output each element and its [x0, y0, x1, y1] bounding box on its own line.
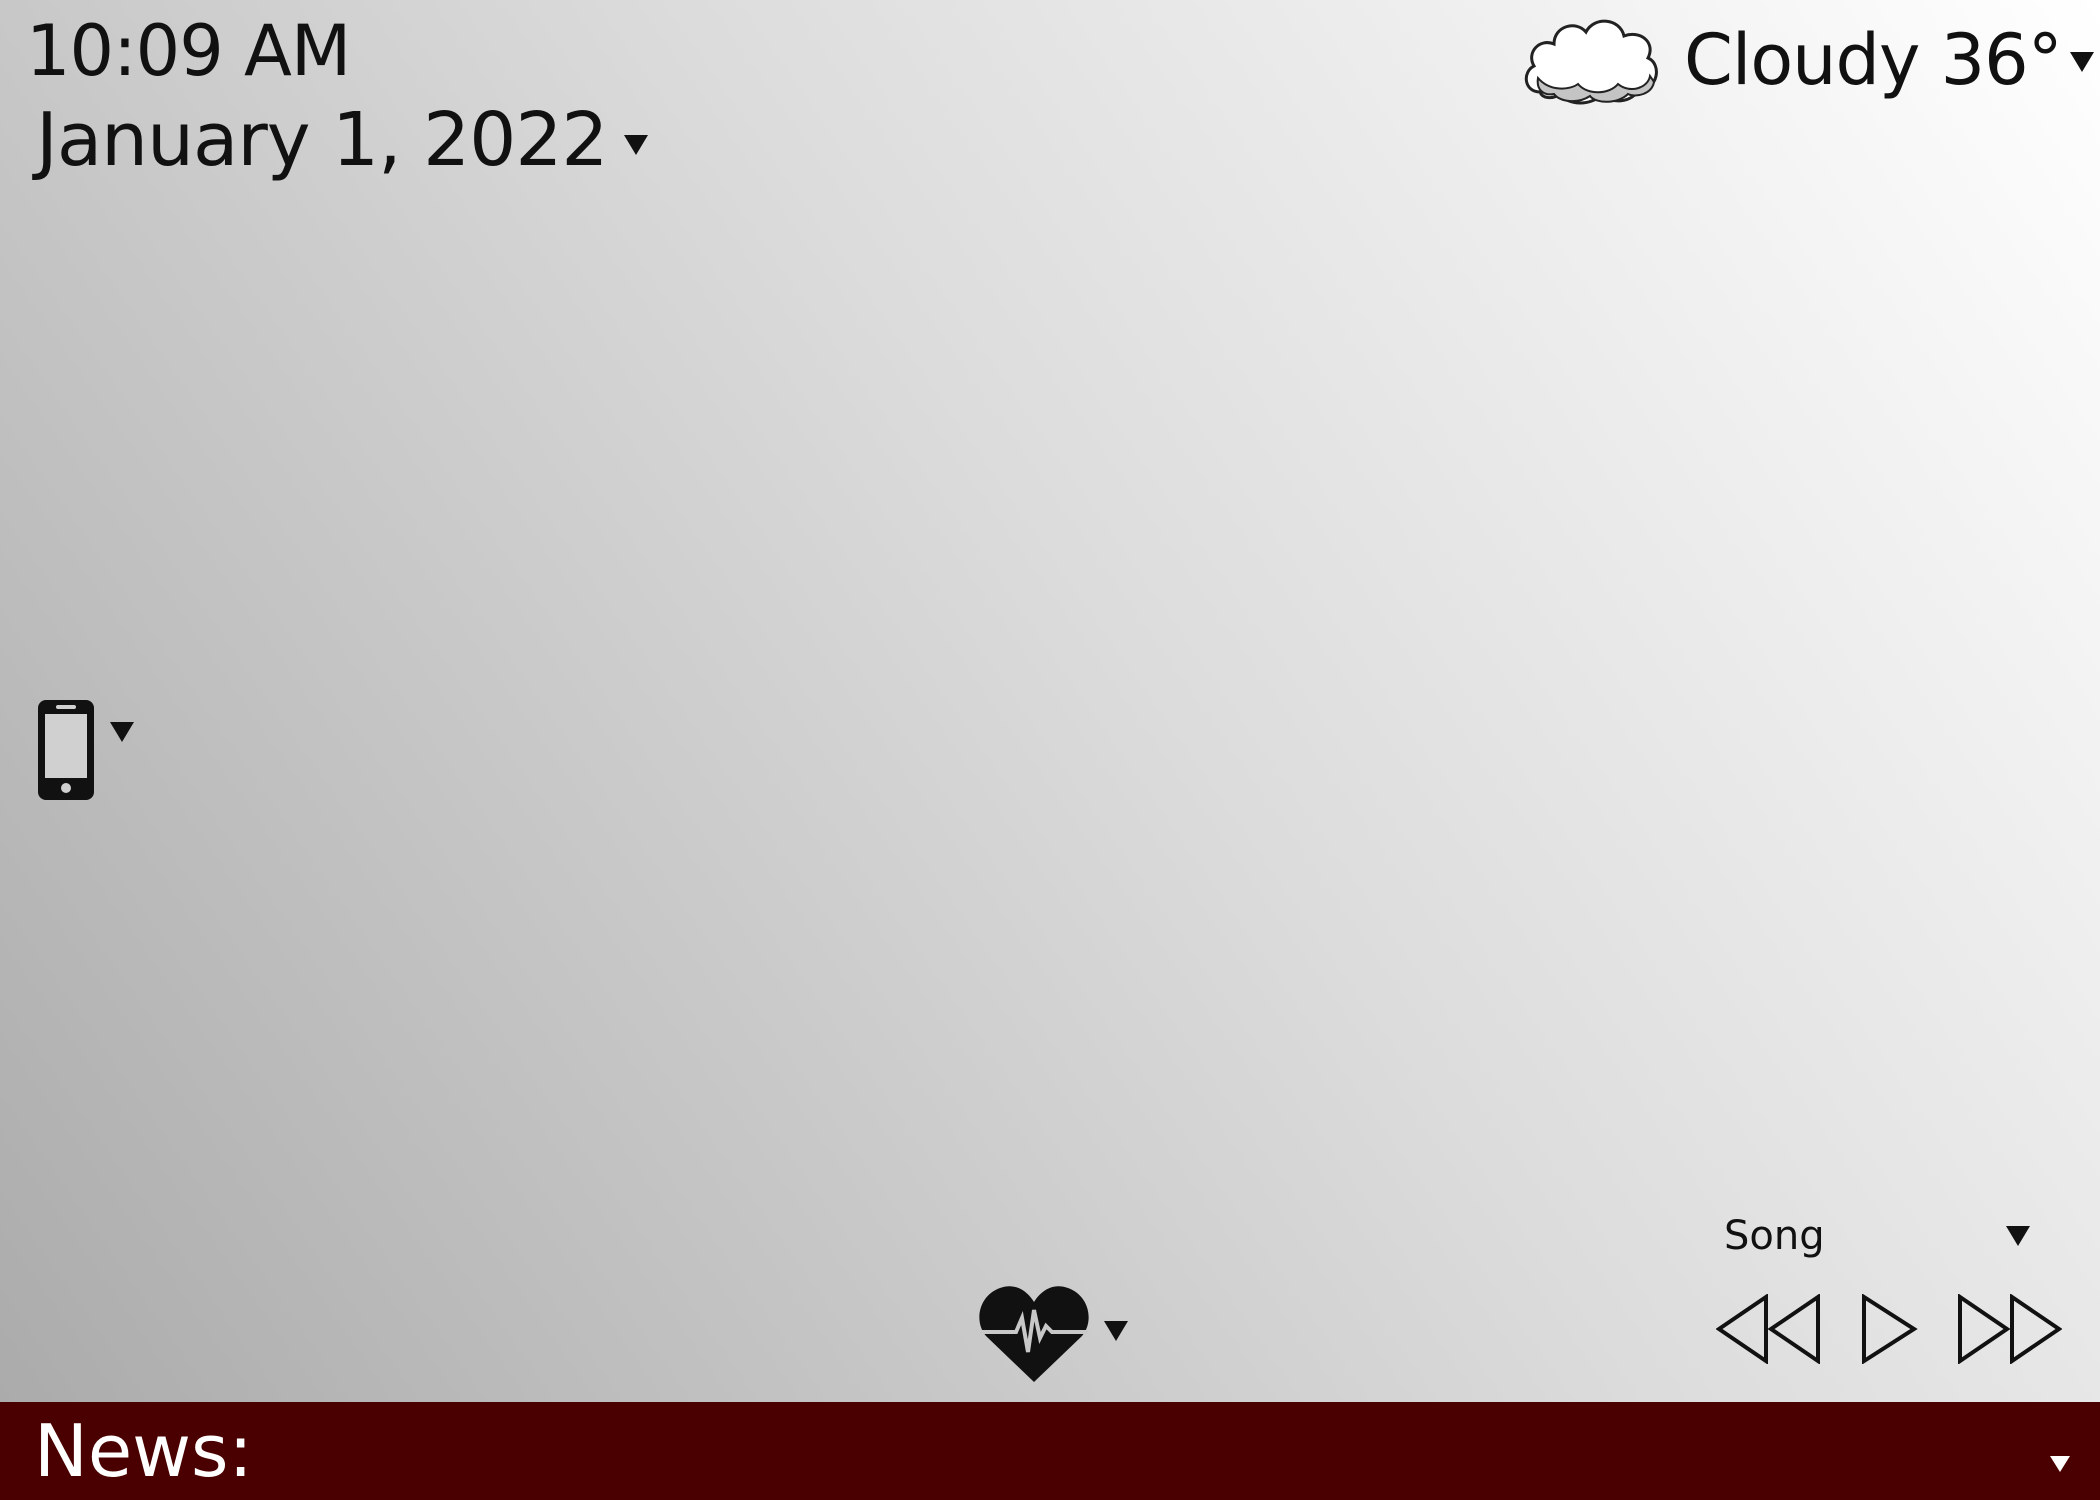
chevron-down-icon — [1104, 1321, 1128, 1341]
news-bar[interactable]: News: — [0, 1402, 2100, 1500]
song-dropdown[interactable]: Song — [1724, 1216, 2030, 1256]
clock-time: 10:09 AM — [26, 10, 351, 92]
chevron-down-icon — [110, 722, 134, 742]
heart-pulse-icon — [978, 1280, 1090, 1388]
phone-dropdown[interactable] — [36, 698, 134, 806]
play-icon[interactable] — [1860, 1293, 1918, 1368]
weather-dropdown[interactable]: Cloudy 36° — [1520, 8, 2094, 112]
media-controls — [1715, 1293, 2063, 1368]
phone-icon — [36, 698, 96, 806]
cloud-icon — [1520, 8, 1662, 112]
chevron-down-icon — [2050, 1456, 2070, 1472]
health-dropdown[interactable] — [978, 1280, 1128, 1388]
chevron-down-icon — [2006, 1226, 2030, 1246]
date-dropdown[interactable]: January 1, 2022 — [36, 103, 648, 177]
fast-forward-icon[interactable] — [1956, 1293, 2063, 1368]
chevron-down-icon — [623, 135, 648, 155]
weather-label: Cloudy 36° — [1684, 19, 2063, 101]
chevron-down-icon — [2069, 52, 2094, 72]
song-label: Song — [1724, 1213, 1825, 1259]
clock-date: January 1, 2022 — [36, 97, 609, 183]
news-label: News: — [34, 1409, 253, 1493]
rewind-icon[interactable] — [1715, 1293, 1822, 1368]
